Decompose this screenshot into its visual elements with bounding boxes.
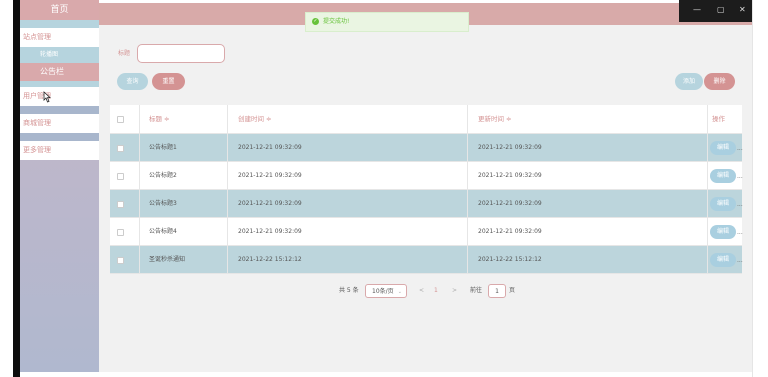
row-title: 公告标题3 [140, 190, 228, 217]
window-right-line [752, 0, 753, 377]
sidebar-item-more-management[interactable]: 更多管理 [20, 141, 99, 160]
table-row: 圣诞秒杀通知 2021-12-22 15:12:12 2021-12-22 15… [110, 246, 743, 274]
more-actions[interactable]: ... [737, 202, 743, 208]
table-row: 公告标题3 2021-12-21 09:32:09 2021-12-21 09:… [110, 190, 743, 218]
column-header-title[interactable]: 标题 ≑ [140, 105, 228, 133]
main-content: 标题 查询 重置 添加 删除 标题 ≑ 创建时间 ≑ 更新时间 ≑ 操作 公告标… [99, 25, 752, 372]
row-checkbox[interactable] [117, 257, 124, 264]
row-select-cell [110, 190, 140, 217]
window-controls: — ▢ ✕ [679, 0, 752, 22]
column-header-updated[interactable]: 更新时间 ≑ [468, 105, 708, 133]
reset-button[interactable]: 重置 [152, 73, 185, 90]
more-actions[interactable]: ... [737, 230, 743, 236]
row-select-cell [110, 218, 140, 245]
more-actions[interactable]: ... [737, 174, 743, 180]
table-row: 公告标题1 2021-12-21 09:32:09 2021-12-21 09:… [110, 134, 743, 162]
select-all-checkbox[interactable] [117, 116, 124, 123]
row-select-cell [110, 134, 140, 161]
row-title: 公告标题4 [140, 218, 228, 245]
select-all-cell [110, 105, 140, 133]
sidebar-item-user-management[interactable]: 用户管理 [20, 87, 99, 106]
page-size-value: 10条/页 [372, 288, 394, 295]
pagination-total: 共 5 条 [339, 287, 359, 294]
check-circle-icon: ✓ [312, 18, 319, 25]
row-title: 公告标题2 [140, 162, 228, 189]
goto-page-input[interactable]: 1 [488, 284, 506, 298]
sidebar-divider [20, 20, 99, 28]
edit-button[interactable]: 编辑 [710, 197, 736, 211]
sidebar-divider [20, 106, 99, 114]
more-actions[interactable]: ... [737, 258, 743, 264]
row-ops: 编辑... [708, 190, 743, 217]
sidebar-home[interactable]: 首页 [20, 0, 99, 20]
maximize-icon[interactable]: ▢ [717, 5, 725, 14]
column-header-created[interactable]: 创建时间 ≑ [228, 105, 468, 133]
edit-button[interactable]: 编辑 [710, 253, 736, 267]
mouse-pointer-icon [43, 91, 51, 103]
column-header-ops: 操作 [712, 115, 725, 123]
query-button[interactable]: 查询 [117, 73, 148, 90]
goto-suffix: 页 [509, 287, 516, 294]
row-updated: 2021-12-22 15:12:12 [468, 246, 708, 273]
table-row: 公告标题2 2021-12-21 09:32:09 2021-12-21 09:… [110, 162, 743, 190]
row-checkbox[interactable] [117, 201, 124, 208]
edit-button[interactable]: 编辑 [710, 169, 736, 183]
row-created: 2021-12-22 15:12:12 [228, 246, 468, 273]
row-checkbox[interactable] [117, 145, 124, 152]
row-select-cell [110, 162, 140, 189]
row-ops: 编辑... [708, 134, 743, 161]
success-toast: ✓ 提交成功! [305, 12, 469, 32]
window-left-border [13, 0, 20, 377]
row-ops: 编辑... [708, 218, 743, 245]
add-button[interactable]: 添加 [675, 73, 703, 90]
row-ops: 编辑... [708, 246, 743, 273]
row-updated: 2021-12-21 09:32:09 [468, 134, 708, 161]
minimize-icon[interactable]: — [693, 5, 701, 14]
table-header-row: 标题 ≑ 创建时间 ≑ 更新时间 ≑ 操作 [110, 105, 742, 134]
more-actions[interactable]: ... [737, 146, 743, 152]
goto-label: 前往 [470, 287, 483, 294]
row-select-cell [110, 246, 140, 273]
row-title: 公告标题1 [140, 134, 228, 161]
row-updated: 2021-12-21 09:32:09 [468, 162, 708, 189]
row-ops: 编辑... [708, 162, 743, 189]
edit-button[interactable]: 编辑 [710, 141, 736, 155]
page-size-select[interactable]: 10条/页 ⌄ [365, 284, 407, 298]
row-updated: 2021-12-21 09:32:09 [468, 190, 708, 217]
window-bottom-edge [99, 372, 752, 377]
row-created: 2021-12-21 09:32:09 [228, 162, 468, 189]
row-updated: 2021-12-21 09:32:09 [468, 218, 708, 245]
page-number-current[interactable]: 1 [434, 284, 444, 298]
row-title: 圣诞秒杀通知 [140, 246, 228, 273]
sidebar-item-mall-management[interactable]: 商城管理 [20, 114, 99, 133]
row-created: 2021-12-21 09:32:09 [228, 218, 468, 245]
sidebar-item-site-management[interactable]: 站点管理 [20, 28, 99, 47]
chevron-down-icon: ⌄ [397, 289, 402, 295]
delete-button[interactable]: 删除 [704, 73, 735, 90]
search-label: 标题 [118, 50, 131, 57]
close-icon[interactable]: ✕ [739, 5, 746, 14]
title-search-input[interactable] [137, 44, 225, 63]
sidebar: 首页 站点管理 轮播图 公告栏 用户管理 商城管理 更多管理 [20, 0, 99, 372]
window-right-edge [752, 0, 768, 377]
sidebar-item-announcements[interactable]: 公告栏 [20, 63, 99, 81]
row-created: 2021-12-21 09:32:09 [228, 190, 468, 217]
row-checkbox[interactable] [117, 229, 124, 236]
row-checkbox[interactable] [117, 173, 124, 180]
edit-button[interactable]: 编辑 [710, 225, 736, 239]
sidebar-divider [20, 133, 99, 141]
sidebar-item-carousel[interactable]: 轮播图 [20, 47, 99, 63]
next-page-button[interactable]: > [452, 284, 462, 298]
table-row: 公告标题4 2021-12-21 09:32:09 2021-12-21 09:… [110, 218, 743, 246]
row-created: 2021-12-21 09:32:09 [228, 134, 468, 161]
toast-message: 提交成功! [323, 18, 350, 25]
prev-page-button[interactable]: < [419, 284, 429, 298]
announcement-table: 标题 ≑ 创建时间 ≑ 更新时间 ≑ 操作 公告标题1 2021-12-21 0… [110, 105, 743, 274]
